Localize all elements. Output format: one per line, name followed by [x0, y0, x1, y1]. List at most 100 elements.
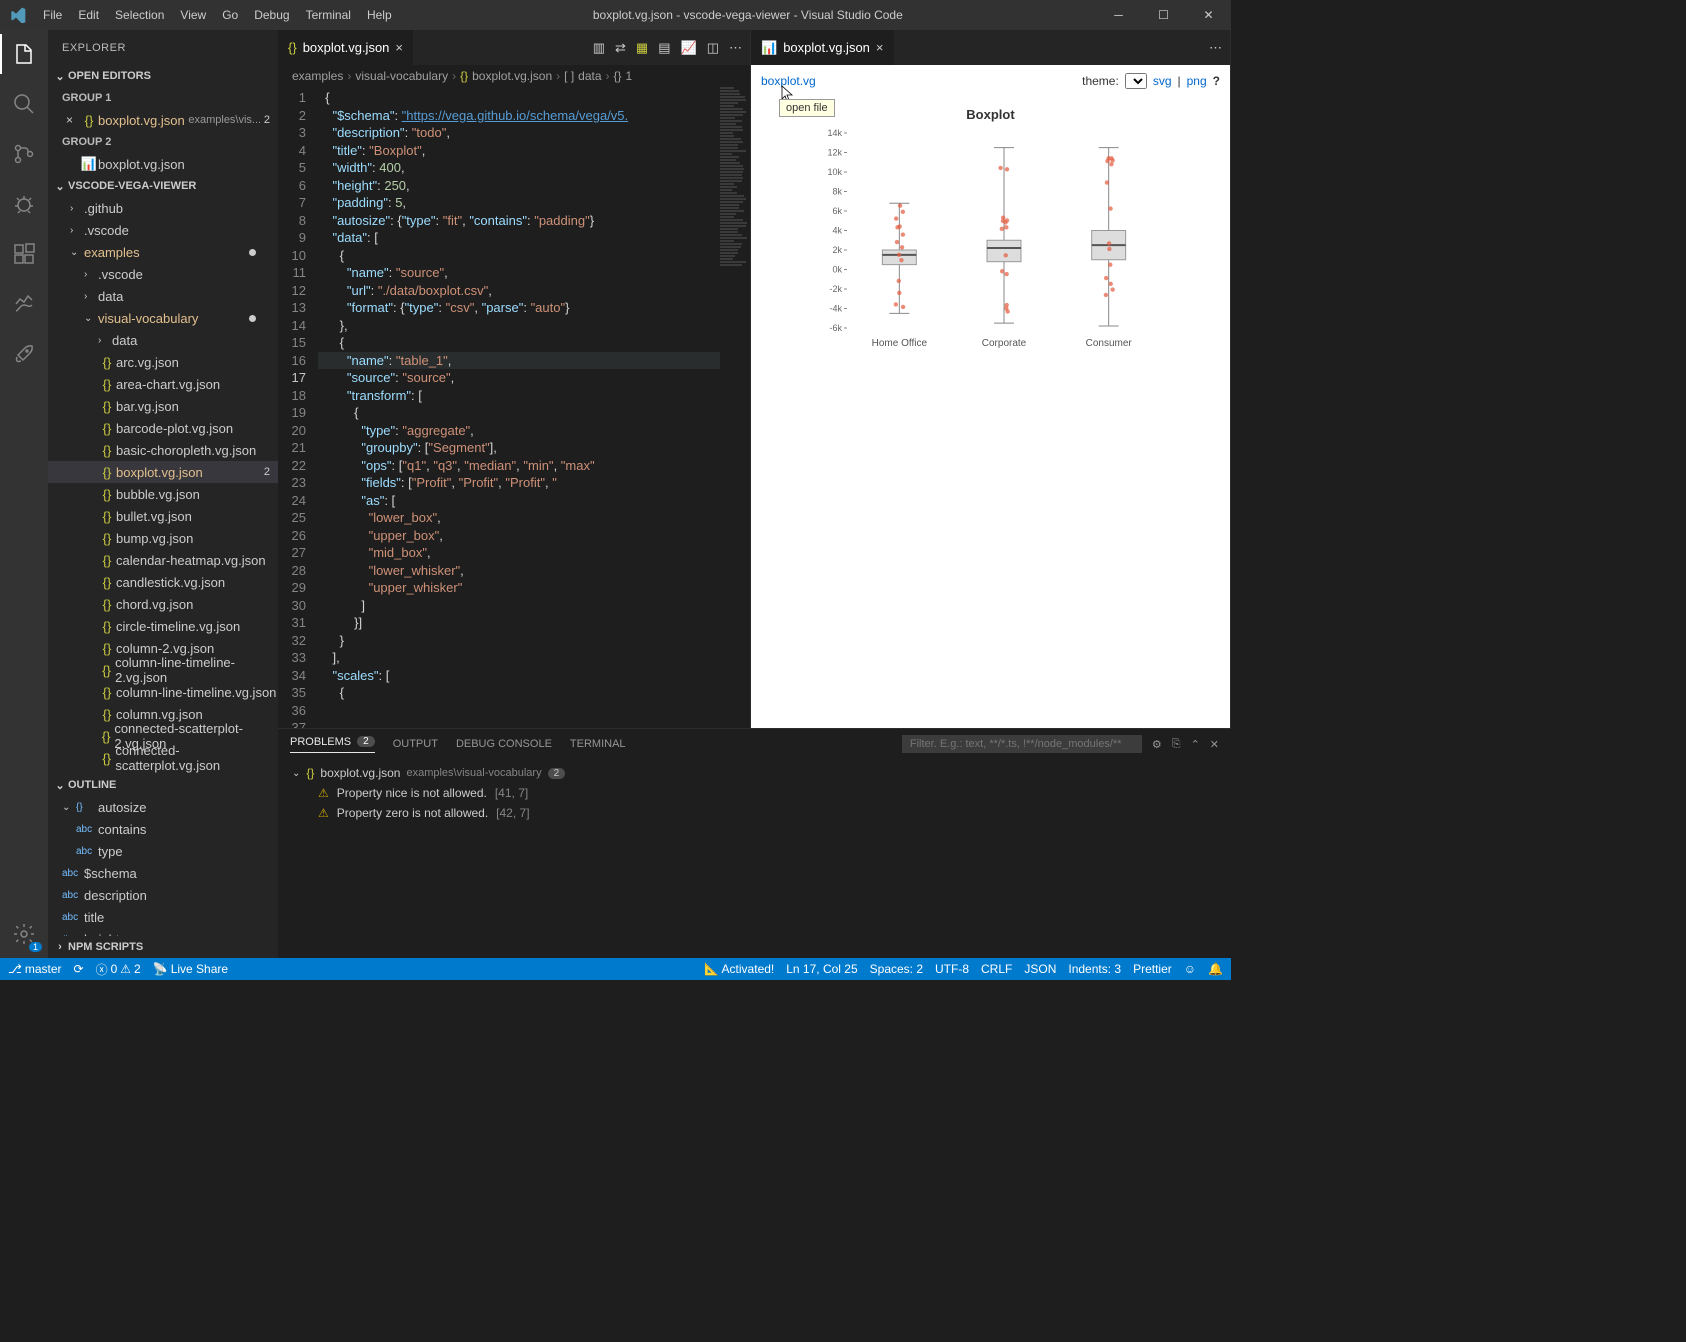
settings-icon[interactable]: 1 — [0, 918, 48, 950]
problems-filter-input[interactable] — [902, 735, 1142, 753]
npm-scripts-header[interactable]: ›NPM SCRIPTS — [48, 936, 278, 958]
folder-examples[interactable]: ⌄examples — [48, 241, 278, 263]
rocket-icon[interactable] — [0, 338, 48, 370]
file-arc-vg-json[interactable]: {}arc.vg.json — [48, 351, 278, 373]
open-editor-1[interactable]: × {} boxplot.vg.json examples\vis... 2 — [48, 109, 278, 131]
open-editor-2[interactable]: 📊 boxplot.vg.json — [48, 153, 278, 175]
menu-selection[interactable]: Selection — [107, 8, 172, 22]
folder-visual-vocabulary[interactable]: ⌄visual-vocabulary — [48, 307, 278, 329]
menu-go[interactable]: Go — [214, 8, 246, 22]
explorer-icon[interactable] — [0, 38, 48, 70]
file-connected-scatterplot-vg-json[interactable]: {}connected-scatterplot.vg.json — [48, 747, 278, 769]
problem-item[interactable]: ⚠Property nice is not allowed.[41, 7] — [292, 783, 1217, 803]
filter-settings-icon[interactable]: ⚙ — [1152, 738, 1162, 751]
encoding-indicator[interactable]: UTF-8 — [935, 962, 969, 976]
cursor-position[interactable]: Ln 17, Col 25 — [786, 962, 857, 976]
sync-icon[interactable]: ⟳ — [74, 962, 84, 976]
split-icon[interactable]: ▥ — [593, 40, 605, 56]
menu-terminal[interactable]: Terminal — [298, 8, 359, 22]
file-calendar-heatmap-vg-json[interactable]: {}calendar-heatmap.vg.json — [48, 549, 278, 571]
folder-data[interactable]: ›data — [48, 329, 278, 351]
file-bar-vg-json[interactable]: {}bar.vg.json — [48, 395, 278, 417]
project-header[interactable]: ⌄VSCODE-VEGA-VIEWER — [48, 175, 278, 197]
branch-indicator[interactable]: ⎇ master — [8, 962, 62, 976]
close-tab-icon[interactable]: × — [395, 40, 403, 55]
file-bubble-vg-json[interactable]: {}bubble.vg.json — [48, 483, 278, 505]
tab-preview[interactable]: 📊 boxplot.vg.json × — [751, 30, 895, 65]
grid-icon[interactable]: ▦ — [636, 40, 648, 56]
chevron-up-icon[interactable]: ⌃ — [1191, 738, 1200, 751]
file-circle-timeline-vg-json[interactable]: {}circle-timeline.vg.json — [48, 615, 278, 637]
output-tab[interactable]: OUTPUT — [393, 738, 438, 750]
file-bullet-vg-json[interactable]: {}bullet.vg.json — [48, 505, 278, 527]
activated-indicator[interactable]: 📐 Activated! — [704, 962, 774, 976]
folder-.github[interactable]: ›.github — [48, 197, 278, 219]
errors-warnings[interactable]: ⓧ 0 ⚠ 2 — [96, 961, 141, 978]
file-boxplot-vg-json[interactable]: {}boxplot.vg.json2 — [48, 461, 278, 483]
help-link[interactable]: ? — [1213, 74, 1220, 88]
eol-indicator[interactable]: CRLF — [981, 962, 1012, 976]
menu-debug[interactable]: Debug — [246, 8, 297, 22]
close-button[interactable]: ✕ — [1186, 8, 1231, 22]
spaces-indicator[interactable]: Spaces: 2 — [870, 962, 923, 976]
tab-boxplot-json[interactable]: {} boxplot.vg.json × — [278, 30, 414, 65]
feedback-icon[interactable]: ☺ — [1184, 962, 1196, 976]
problem-item[interactable]: ⚠Property zero is not allowed.[42, 7] — [292, 803, 1217, 823]
folder-.vscode[interactable]: ›.vscode — [48, 219, 278, 241]
outline-type[interactable]: abctype — [48, 840, 278, 862]
outline-height[interactable]: #height — [48, 928, 278, 936]
terminal-tab[interactable]: TERMINAL — [570, 738, 626, 750]
outline-title[interactable]: abctitle — [48, 906, 278, 928]
debug-icon[interactable] — [0, 188, 48, 220]
menu-view[interactable]: View — [172, 8, 214, 22]
menu-help[interactable]: Help — [359, 8, 400, 22]
outline-description[interactable]: abcdescription — [48, 884, 278, 906]
debug-console-tab[interactable]: DEBUG CONSOLE — [456, 738, 552, 750]
more-icon[interactable]: ⋯ — [1209, 40, 1222, 56]
more-icon[interactable]: ⋯ — [729, 40, 742, 56]
menu-edit[interactable]: Edit — [70, 8, 107, 22]
folder-data[interactable]: ›data — [48, 285, 278, 307]
menu-file[interactable]: File — [35, 8, 70, 22]
minimap[interactable] — [720, 87, 750, 728]
file-column-line-timeline-2-vg-json[interactable]: {}column-line-timeline-2.vg.json — [48, 659, 278, 681]
extensions-icon[interactable] — [0, 238, 48, 270]
close-panel-icon[interactable]: ✕ — [1210, 738, 1219, 751]
bell-icon[interactable]: 🔔 — [1208, 962, 1223, 976]
file-candlestick-vg-json[interactable]: {}candlestick.vg.json — [48, 571, 278, 593]
open-editors-header[interactable]: ⌄OPEN EDITORS — [48, 65, 278, 87]
file-area-chart-vg-json[interactable]: {}area-chart.vg.json — [48, 373, 278, 395]
vega-icon[interactable] — [0, 288, 48, 320]
problems-tab[interactable]: PROBLEMS2 — [290, 736, 375, 753]
preview-icon[interactable]: ▤ — [658, 40, 670, 56]
close-icon[interactable]: × — [66, 113, 80, 127]
maximize-button[interactable]: ☐ — [1141, 8, 1186, 22]
file-barcode-plot-vg-json[interactable]: {}barcode-plot.vg.json — [48, 417, 278, 439]
outline-header[interactable]: ⌄OUTLINE — [48, 774, 278, 796]
breadcrumbs[interactable]: examples› visual-vocabulary› {}boxplot.v… — [278, 65, 750, 87]
file-column-line-timeline-vg-json[interactable]: {}column-line-timeline.vg.json — [48, 681, 278, 703]
outline-autosize[interactable]: ⌄{}autosize — [48, 796, 278, 818]
export-svg-link[interactable]: svg — [1153, 74, 1172, 88]
problem-file-row[interactable]: ⌄ {} boxplot.vg.json examples\visual-voc… — [292, 763, 1217, 783]
indents-indicator[interactable]: Indents: 3 — [1068, 962, 1121, 976]
source-control-icon[interactable] — [0, 138, 48, 170]
prettier-indicator[interactable]: Prettier — [1133, 962, 1172, 976]
collapse-icon[interactable]: ⎘ — [1172, 738, 1181, 751]
outline-$schema[interactable]: abc$schema — [48, 862, 278, 884]
export-png-link[interactable]: png — [1187, 74, 1207, 88]
file-contour-map-vg-json[interactable]: {}contour-map.vg.json — [48, 769, 278, 774]
language-indicator[interactable]: JSON — [1024, 962, 1056, 976]
minimize-button[interactable]: ─ — [1096, 8, 1141, 22]
diff-icon[interactable]: ⇄ — [615, 40, 626, 56]
file-bump-vg-json[interactable]: {}bump.vg.json — [48, 527, 278, 549]
outline-contains[interactable]: abccontains — [48, 818, 278, 840]
theme-select[interactable] — [1125, 73, 1147, 89]
live-share[interactable]: 📡 Live Share — [153, 962, 228, 976]
folder-.vscode[interactable]: ›.vscode — [48, 263, 278, 285]
search-icon[interactable] — [0, 88, 48, 120]
preview-filename-link[interactable]: boxplot.vg — [761, 74, 816, 88]
file-chord-vg-json[interactable]: {}chord.vg.json — [48, 593, 278, 615]
chart-preview-icon[interactable]: 📈 — [681, 40, 697, 56]
code-body[interactable]: 1234567891011121314151617181920212223242… — [278, 87, 750, 728]
